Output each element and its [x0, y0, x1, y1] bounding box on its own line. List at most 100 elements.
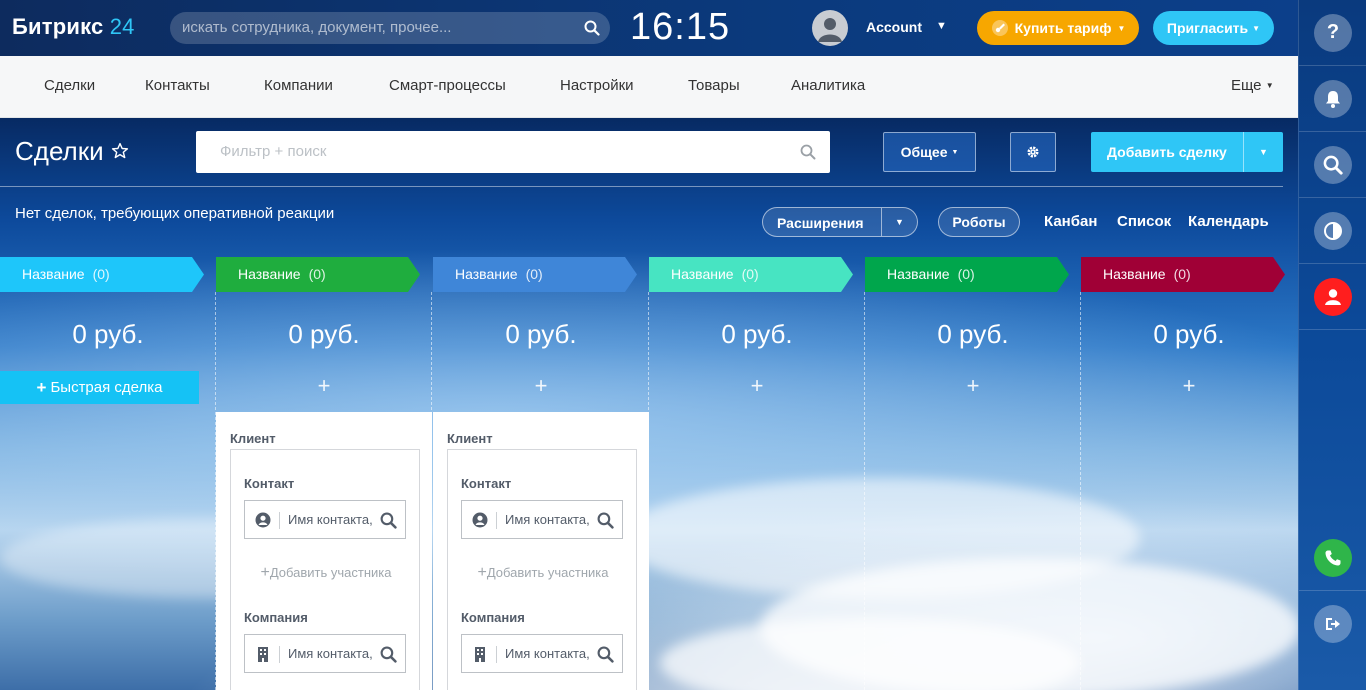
help-button[interactable]: ?: [1299, 0, 1366, 66]
add-deal-plus-button[interactable]: +: [865, 373, 1081, 399]
add-member-link[interactable]: +Добавить участника: [231, 564, 421, 582]
profile-button[interactable]: [1299, 264, 1366, 330]
menu-more[interactable]: Еще ▼: [1231, 77, 1274, 94]
add-deal-menu-button[interactable]: ▼: [1243, 132, 1283, 172]
search-icon[interactable]: [800, 144, 816, 160]
menu-item-companies[interactable]: Компании: [264, 77, 333, 94]
company-name-input[interactable]: Имя контакта,: [244, 634, 406, 673]
rocket-icon: [991, 20, 1008, 36]
add-deal-plus-button[interactable]: +: [216, 373, 432, 399]
phone-icon: [1314, 538, 1352, 577]
robots-button[interactable]: Роботы: [938, 207, 1020, 237]
kanban-column: Название (0) 0 руб. +: [1081, 257, 1297, 690]
extensions-button[interactable]: Расширения ▼: [762, 207, 918, 237]
company-label: Компания: [244, 610, 308, 625]
stage-header[interactable]: Название (0): [433, 257, 543, 292]
add-member-label: Добавить участника: [486, 565, 609, 580]
input-divider: [279, 512, 280, 529]
menu-more-label: Еще: [1231, 77, 1262, 94]
add-deal-plus-button[interactable]: +: [1081, 373, 1297, 399]
kanban-column: Название (0) 0 руб. + Клиент Контакт Имя …: [216, 257, 432, 690]
company-name-input[interactable]: Имя контакта,: [461, 634, 623, 673]
global-search-input[interactable]: искать сотрудника, документ, прочее...: [170, 12, 610, 44]
view-list[interactable]: Список: [1117, 213, 1171, 230]
settings-button[interactable]: [1010, 132, 1056, 172]
search-placeholder: искать сотрудника, документ, прочее...: [182, 19, 452, 36]
stage-header[interactable]: Название (0): [216, 257, 326, 292]
contact-name-input[interactable]: Имя контакта,: [244, 500, 406, 539]
quick-deal-form: Клиент Контакт Имя контакта, +Добавить у…: [433, 412, 649, 690]
buy-tariff-button[interactable]: Купить тариф ▼: [977, 11, 1139, 45]
add-member-label: Добавить участника: [269, 565, 392, 580]
menu-item-analytics[interactable]: Аналитика: [791, 77, 865, 94]
clock[interactable]: 16:15: [630, 6, 730, 49]
stage-header[interactable]: Название (0): [1081, 257, 1191, 292]
menu-item-settings[interactable]: Настройки: [560, 77, 634, 94]
stage-sum: 0 руб.: [1153, 319, 1225, 349]
plus-icon: +: [477, 564, 487, 581]
help-icon: ?: [1314, 13, 1352, 52]
chevron-down-icon[interactable]: ▼: [936, 20, 947, 32]
search-icon[interactable]: [584, 20, 600, 36]
theme-button[interactable]: [1299, 198, 1366, 264]
plus-icon: +: [260, 564, 270, 581]
client-label: Клиент: [230, 431, 276, 446]
view-kanban[interactable]: Канбан: [1044, 213, 1097, 230]
contact-label: Контакт: [461, 476, 512, 491]
building-icon: [475, 647, 485, 662]
search-icon[interactable]: [380, 646, 397, 663]
stage-count: (0): [957, 266, 975, 282]
user-icon: [1314, 277, 1352, 316]
stage-sum: 0 руб.: [505, 319, 577, 349]
stage-count: (0): [525, 266, 543, 282]
add-member-link[interactable]: +Добавить участника: [448, 564, 638, 582]
quick-deal-button[interactable]: + Быстрая сделка: [0, 371, 199, 404]
search-icon: [1314, 145, 1352, 184]
stage-name: Название: [238, 266, 301, 282]
contact-placeholder: Имя контакта,: [505, 512, 590, 527]
logo[interactable]: Битрикс 24: [12, 14, 135, 40]
stage-sum: 0 руб.: [937, 319, 1009, 349]
module-menu: Сделки Контакты Компании Смарт-процессы …: [0, 56, 1298, 118]
client-label: Клиент: [447, 431, 493, 446]
general-category-button[interactable]: Общее ▼: [883, 132, 976, 172]
view-calendar[interactable]: Календарь: [1188, 213, 1269, 230]
kanban-column: Название (0) 0 руб. + Быстрая сделка: [0, 257, 216, 690]
search-button[interactable]: [1299, 132, 1366, 198]
filter-search-input[interactable]: Фильтр + поиск: [196, 131, 830, 173]
star-icon[interactable]: [111, 142, 129, 160]
stage-name: Название: [455, 266, 518, 282]
logout-icon: [1314, 605, 1352, 643]
extensions-menu-button[interactable]: ▼: [881, 208, 917, 236]
theme-icon: [1314, 211, 1352, 250]
logout-button[interactable]: [1299, 591, 1366, 657]
menu-item-deals[interactable]: Сделки: [44, 77, 95, 94]
account-name[interactable]: Account: [866, 19, 922, 35]
call-button[interactable]: [1299, 525, 1366, 591]
stage-header[interactable]: Название (0): [865, 257, 975, 292]
stage-sum: 0 руб.: [72, 319, 144, 349]
client-box: Контакт Имя контакта, +Добавить участник…: [230, 449, 420, 690]
contact-placeholder: Имя контакта,: [288, 512, 373, 527]
top-bar: Битрикс 24 искать сотрудника, документ, …: [0, 0, 1298, 56]
invite-button[interactable]: Пригласить ▼: [1153, 11, 1274, 45]
chevron-down-icon: ▼: [1252, 23, 1261, 33]
menu-item-products[interactable]: Товары: [688, 77, 740, 94]
add-deal-button[interactable]: Добавить сделку ▼: [1091, 132, 1283, 172]
menu-item-smart-processes[interactable]: Смарт-процессы: [389, 77, 506, 94]
avatar[interactable]: [812, 10, 848, 46]
general-label: Общее: [900, 144, 948, 160]
kanban-column: Название (0) 0 руб. + Клиент Контакт Имя …: [433, 257, 649, 690]
search-icon[interactable]: [597, 646, 614, 663]
search-icon[interactable]: [597, 512, 614, 529]
search-icon[interactable]: [380, 512, 397, 529]
menu-item-contacts[interactable]: Контакты: [145, 77, 210, 94]
stage-header[interactable]: Название (0): [649, 257, 759, 292]
add-deal-plus-button[interactable]: +: [433, 373, 649, 399]
stage-name: Название: [1103, 266, 1166, 282]
notifications-button[interactable]: [1299, 66, 1366, 132]
column-separator: [431, 292, 432, 690]
contact-name-input[interactable]: Имя контакта,: [461, 500, 623, 539]
stage-header[interactable]: Название (0): [0, 257, 110, 292]
add-deal-plus-button[interactable]: +: [649, 373, 865, 399]
